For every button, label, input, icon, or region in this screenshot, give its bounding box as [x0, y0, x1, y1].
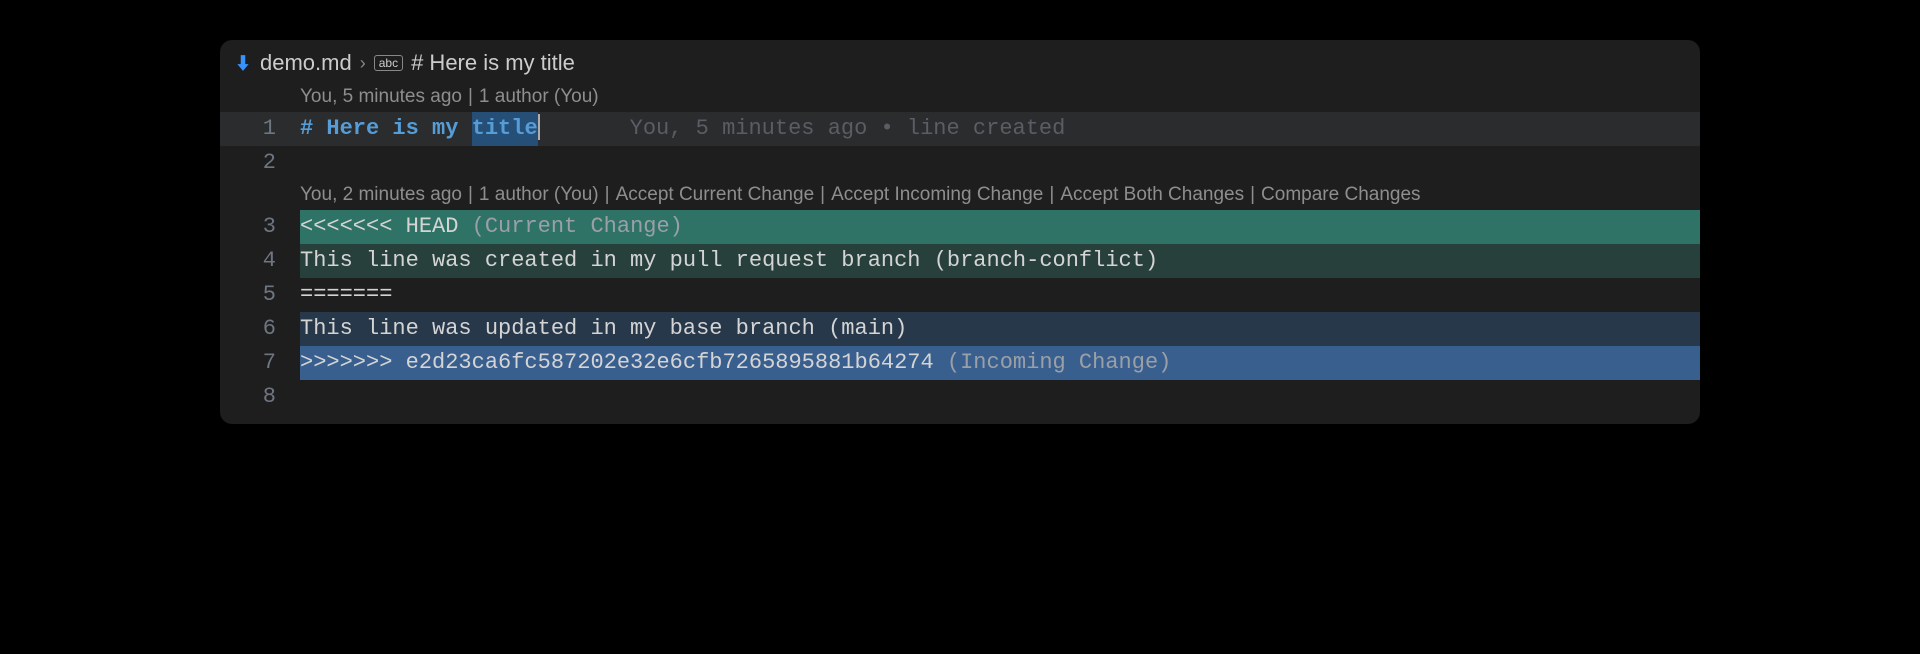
separator: |: [462, 82, 479, 112]
separator: |: [814, 180, 831, 210]
accept-incoming-change-link[interactable]: Accept Incoming Change: [831, 180, 1043, 210]
gitlens-blame[interactable]: You, 5 minutes ago: [300, 82, 462, 112]
line-number: 3: [220, 210, 300, 244]
gitlens-authors[interactable]: 1 author (You): [479, 82, 599, 112]
line-number: 8: [220, 380, 300, 414]
breadcrumb-symbol[interactable]: # Here is my title: [411, 50, 575, 76]
separator: |: [1244, 180, 1261, 210]
editor-line-3[interactable]: 3 <<<<<<< HEAD (Current Change): [220, 210, 1700, 244]
line-number: 6: [220, 312, 300, 346]
conflict-incoming-label: (Incoming Change): [934, 350, 1172, 375]
chevron-right-icon: ›: [360, 53, 366, 74]
editor-line-4[interactable]: 4 This line was created in my pull reque…: [220, 244, 1700, 278]
separator: |: [599, 180, 616, 210]
line-number: 1: [220, 112, 300, 146]
line-number: 7: [220, 346, 300, 380]
breadcrumb-file[interactable]: demo.md: [260, 50, 352, 76]
editor-line-8[interactable]: 8: [220, 380, 1700, 414]
codelens-line1: You, 5 minutes ago | 1 author (You): [220, 82, 1700, 112]
editor-line-5[interactable]: 5 =======: [220, 278, 1700, 312]
line-number: 5: [220, 278, 300, 312]
editor-line-7[interactable]: 7 >>>>>>> e2d23ca6fc587202e32e6cfb726589…: [220, 346, 1700, 380]
conflict-separator: =======: [300, 278, 1700, 312]
codelens-conflict: You, 2 minutes ago | 1 author (You) | Ac…: [220, 180, 1700, 210]
symbol-string-icon: abc: [374, 55, 403, 71]
editor-window: demo.md › abc # Here is my title You, 5 …: [220, 40, 1700, 424]
heading-text-prefix: # Here is my: [300, 112, 472, 146]
gitlens-blame[interactable]: You, 2 minutes ago: [300, 180, 462, 210]
breadcrumb[interactable]: demo.md › abc # Here is my title: [220, 40, 1700, 82]
accept-current-change-link[interactable]: Accept Current Change: [616, 180, 815, 210]
inline-blame-annotation: You, 5 minutes ago • line created: [630, 112, 1066, 146]
accept-both-changes-link[interactable]: Accept Both Changes: [1060, 180, 1244, 210]
compare-changes-link[interactable]: Compare Changes: [1261, 180, 1420, 210]
conflict-current-content: This line was created in my pull request…: [300, 244, 1700, 278]
separator: |: [1043, 180, 1060, 210]
editor-line-6[interactable]: 6 This line was updated in my base branc…: [220, 312, 1700, 346]
heading-text-selected: title: [472, 112, 538, 146]
conflict-incoming-marker: >>>>>>> e2d23ca6fc587202e32e6cfb72658958…: [300, 350, 934, 375]
conflict-head-marker: <<<<<<< HEAD: [300, 214, 458, 239]
markdown-file-icon: [234, 54, 252, 72]
separator: |: [462, 180, 479, 210]
conflict-incoming-content: This line was updated in my base branch …: [300, 312, 1700, 346]
gitlens-authors[interactable]: 1 author (You): [479, 180, 599, 210]
conflict-current-label: (Current Change): [458, 214, 682, 239]
editor-line-2[interactable]: 2: [220, 146, 1700, 180]
editor-line-1[interactable]: 1 # Here is my title You, 5 minutes ago …: [220, 112, 1700, 146]
editor-body[interactable]: You, 5 minutes ago | 1 author (You) 1 # …: [220, 82, 1700, 414]
text-cursor: [538, 114, 540, 140]
line-number: 4: [220, 244, 300, 278]
line-number: 2: [220, 146, 300, 180]
